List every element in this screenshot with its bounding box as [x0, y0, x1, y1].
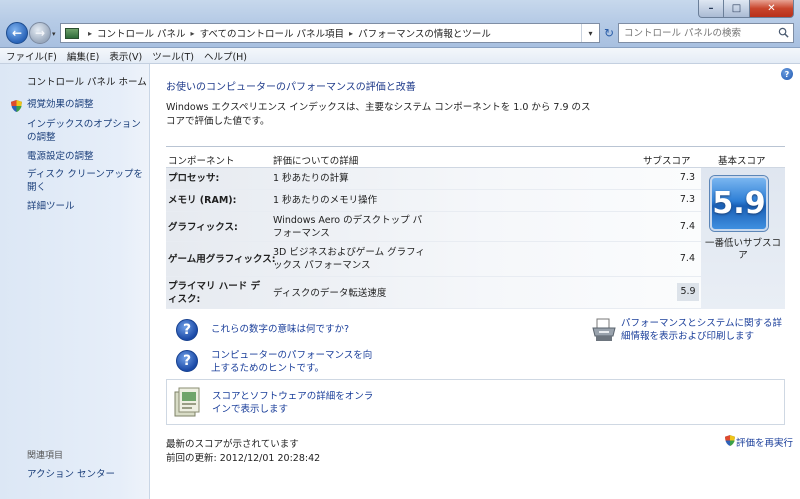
minimize-button[interactable]: – — [698, 0, 724, 18]
row-detail: ディスクのデータ転送速度 — [273, 288, 387, 299]
software-box-icon — [174, 387, 200, 417]
close-button[interactable]: ✕ — [750, 0, 794, 18]
header-details: 評価についての詳細 — [273, 156, 359, 167]
header-basescore: 基本スコア — [718, 156, 766, 167]
breadcrumb-separator[interactable]: ▸ — [191, 29, 195, 38]
breadcrumb-performance[interactable]: パフォーマンスの情報とツール — [358, 26, 491, 40]
row-name: メモリ (RAM): — [168, 195, 237, 206]
table-header: コンポーネント 評価についての詳細 サブスコア 基本スコア — [166, 146, 785, 168]
refresh-button[interactable]: ↻ — [600, 23, 618, 43]
row-detail: 1 秒あたりの計算 — [273, 173, 349, 184]
printer-icon[interactable] — [591, 317, 617, 343]
breadcrumb-all-items[interactable]: すべてのコントロール パネル項目 — [200, 26, 344, 40]
breadcrumb-separator[interactable]: ▸ — [349, 29, 353, 38]
table-row-gaming-graphics: ゲーム用グラフィックス: 3D ビジネスおよびゲーム グラフィックス パフォーマ… — [166, 242, 701, 277]
table-row-processor: プロセッサ: 1 秒あたりの計算 7.3 — [166, 168, 701, 190]
table-row-memory: メモリ (RAM): 1 秒あたりのメモリ操作 7.3 — [166, 190, 701, 212]
base-score-panel: 5.9 一番低いサブスコア — [701, 168, 785, 309]
main-content: ? お使いのコンピューターのパフォーマンスの評価と改善 Windows エクスペ… — [151, 64, 800, 499]
table-row-hard-disk: プライマリ ハード ディスク: ディスクのデータ転送速度 5.9 — [166, 277, 701, 309]
forward-button[interactable]: → — [29, 22, 51, 44]
control-panel-icon — [65, 27, 79, 39]
related-section-header: 関連項目 — [27, 451, 64, 461]
base-score-label: 一番低いサブスコア — [704, 238, 781, 261]
base-score-badge: 5.9 — [710, 176, 768, 231]
menu-tools[interactable]: ツール(T) — [152, 49, 194, 63]
menu-file[interactable]: ファイル(F) — [6, 49, 57, 63]
address-bar-end: ▾ — [581, 24, 599, 42]
menu-view[interactable]: 表示(V) — [109, 49, 142, 63]
search-input[interactable] — [618, 23, 794, 43]
left-pane: コントロール パネル ホーム 視覚効果の調整 インデックスのオプションの調整 電… — [0, 64, 150, 499]
sidebar-item-advanced-tools[interactable]: 詳細ツール — [27, 200, 145, 213]
menu-bar: ファイル(F) 編集(E) 表示(V) ツール(T) ヘルプ(H) — [0, 48, 800, 64]
page-title: お使いのコンピューターのパフォーマンスの評価と改善 — [166, 82, 416, 93]
row-name: プライマリ ハード ディスク: — [168, 281, 261, 305]
question-icon[interactable]: ? — [176, 319, 198, 341]
rerun-assessment-link[interactable]: 評価を再実行 — [736, 435, 793, 449]
shield-icon — [11, 100, 22, 112]
sidebar-item-index-options[interactable]: インデックスのオプションの調整 — [27, 118, 145, 144]
breadcrumb-control-panel[interactable]: コントロール パネル — [97, 26, 186, 40]
table-row-graphics: グラフィックス: Windows Aero のデスクトップ パフォーマンス 7.… — [166, 212, 701, 242]
row-subscore: 7.4 — [679, 253, 695, 264]
row-subscore-lowest: 5.9 — [677, 283, 699, 301]
title-bar: – □ ✕ ← → ▾ ▸ コントロール パネル ▸ すべてのコントロール パネ… — [0, 0, 800, 48]
row-name: グラフィックス: — [168, 222, 238, 233]
header-component: コンポーネント — [168, 156, 235, 167]
back-button[interactable]: ← — [6, 22, 28, 44]
search-icon[interactable] — [778, 27, 789, 38]
sidebar-item-action-center[interactable]: アクション センター — [27, 466, 115, 480]
row-subscore: 7.3 — [679, 172, 695, 183]
shield-icon — [725, 435, 735, 446]
link-print-details[interactable]: パフォーマンスとシステムに関する詳細情報を表示および印刷します — [621, 317, 791, 343]
maximize-button[interactable]: □ — [724, 0, 750, 18]
link-performance-tips[interactable]: コンピューターのパフォーマンスを向上するためのヒントです。 — [211, 349, 381, 375]
latest-score-text: 最新のスコアが示されています — [166, 439, 299, 450]
row-subscore: 7.3 — [679, 194, 695, 205]
help-icon[interactable]: ? — [781, 68, 793, 80]
row-detail: 1 秒あたりのメモリ操作 — [273, 195, 378, 206]
sidebar-control-panel-home[interactable]: コントロール パネル ホーム — [27, 74, 147, 88]
menu-edit[interactable]: 編集(E) — [67, 49, 99, 63]
breadcrumb-separator[interactable]: ▸ — [88, 29, 92, 38]
sidebar-item-visual-effects[interactable]: 視覚効果の調整 — [27, 98, 145, 111]
recent-pages-dropdown[interactable]: ▾ — [52, 30, 56, 38]
page-description: Windows エクスペリエンス インデックスは、主要なシステム コンポーネント… — [166, 102, 591, 127]
row-detail: 3D ビジネスおよびゲーム グラフィックス パフォーマンス — [273, 247, 425, 271]
menu-help[interactable]: ヘルプ(H) — [204, 49, 247, 63]
score-table: コンポーネント 評価についての詳細 サブスコア 基本スコア プロセッサ: 1 秒… — [166, 146, 785, 309]
sidebar-item-power-settings[interactable]: 電源設定の調整 — [27, 150, 145, 163]
address-dropdown-button[interactable]: ▾ — [581, 24, 599, 42]
sidebar-item-disk-cleanup[interactable]: ディスク クリーンアップを開く — [27, 168, 145, 194]
row-subscore: 7.4 — [679, 221, 695, 232]
link-view-online[interactable]: スコアとソフトウェアの詳細をオンラインで表示します — [212, 390, 382, 416]
link-what-do-numbers-mean[interactable]: これらの数字の意味は何ですか? — [211, 323, 349, 336]
question-icon[interactable]: ? — [176, 350, 198, 372]
row-name: ゲーム用グラフィックス: — [168, 254, 276, 265]
window-controls: – □ ✕ — [698, 0, 794, 18]
last-updated-text: 前回の更新: 2012/12/01 20:28:42 — [166, 453, 321, 464]
online-details-box: スコアとソフトウェアの詳細をオンラインで表示します — [166, 379, 785, 425]
row-name: プロセッサ: — [168, 173, 220, 184]
header-subscore: サブスコア — [643, 156, 691, 167]
address-bar[interactable]: ▸ コントロール パネル ▸ すべてのコントロール パネル項目 ▸ パフォーマン… — [60, 23, 600, 43]
row-detail: Windows Aero のデスクトップ パフォーマンス — [273, 215, 423, 239]
